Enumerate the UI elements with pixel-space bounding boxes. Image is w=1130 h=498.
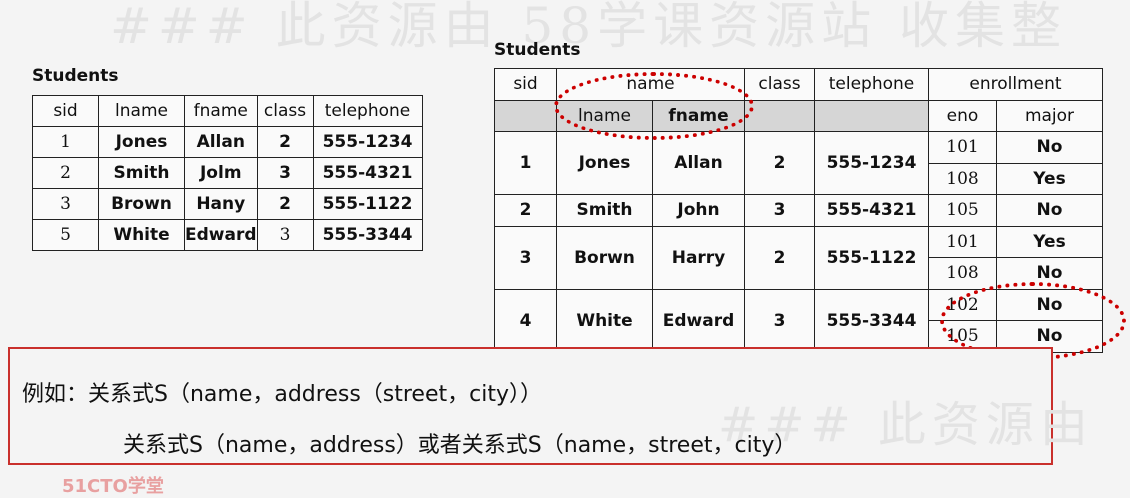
cell-sid: 2 (32, 157, 99, 189)
table-row: 3 Borwn Harry 2 555-1122 101 Yes (494, 225, 1103, 290)
cell-sid: 4 (494, 288, 557, 353)
cell-fname: Harry (652, 225, 745, 290)
left-students-table: sid lname fname class telephone 1 Jones Allan 2… (32, 95, 423, 251)
cell-class: 2 (256, 188, 314, 220)
example-line-2: 关系式S（name，address）或者关系式S（name，street，cit… (123, 433, 797, 458)
header-sid: sid (494, 68, 557, 101)
cell-major: Yes (996, 162, 1103, 195)
cell-fname: Edward (652, 288, 745, 353)
table-row: 1 Jones Allan 2 555-1234 101 No (494, 131, 1103, 195)
cell-eno: 105 (928, 194, 997, 227)
cell-major: No (996, 194, 1103, 227)
cell-sid: 3 (494, 225, 557, 290)
cell-sid: 1 (32, 126, 99, 158)
table-row: 2 Smith John 3 555-4321 105 No (494, 194, 1103, 227)
cell-fname: Edward (184, 219, 258, 251)
left-table-caption: Students (32, 66, 119, 86)
cell-lname: Jones (98, 126, 185, 158)
header-telephone: telephone (312, 95, 423, 127)
table-row: 2 Smith Jolm 3 555-4321 (32, 157, 423, 189)
header-fname: fname (184, 95, 258, 127)
cell-telephone: 555-3344 (312, 219, 423, 251)
name-highlight-ring (554, 72, 754, 140)
cell-lname: Borwn (556, 225, 653, 290)
cell-class: 3 (744, 288, 815, 353)
cell-class: 2 (744, 131, 815, 195)
cell-telephone: 555-4321 (312, 157, 423, 189)
cell-fname: Allan (184, 126, 258, 158)
cell-fname: John (652, 194, 745, 227)
cell-telephone: 555-4321 (814, 194, 929, 227)
cell-sid: 3 (32, 188, 99, 220)
cell-fname: Jolm (184, 157, 258, 189)
cell-lname: White (556, 288, 653, 353)
example-line-1: 例如：关系式S（name，address（street，city）） (22, 382, 542, 407)
cell-lname: Brown (98, 188, 185, 220)
cell-eno: 101 (928, 131, 997, 164)
subheader-empty (744, 99, 815, 132)
subheader-major: major (996, 99, 1103, 132)
cell-fname: Allan (652, 131, 745, 195)
cell-telephone: 555-1122 (814, 225, 929, 290)
cell-class: 3 (744, 194, 815, 227)
header-sid: sid (32, 95, 99, 127)
subheader-eno: eno (928, 99, 997, 132)
cell-lname: White (98, 219, 185, 251)
cell-lname: Jones (556, 131, 653, 195)
table-header-row: sid lname fname class telephone (32, 95, 423, 127)
watermark-top: ### 此资源由 58学课资源站 收集整 (110, 0, 1067, 55)
header-lname: lname (98, 95, 185, 127)
cell-eno: 101 (928, 225, 997, 258)
header-telephone: telephone (814, 68, 929, 101)
cell-telephone: 555-3344 (814, 288, 929, 353)
table-row: 3 Brown Hany 2 555-1122 (32, 188, 423, 220)
cell-sid: 1 (494, 131, 557, 195)
cell-major: No (996, 131, 1103, 164)
cell-class: 2 (256, 126, 314, 158)
subheader-empty (494, 99, 557, 132)
brand-logo: 51CTO学堂 (62, 476, 164, 497)
cell-telephone: 555-1234 (814, 131, 929, 195)
cell-telephone: 555-1122 (312, 188, 423, 220)
cell-fname: Hany (184, 188, 258, 220)
cell-lname: Smith (98, 157, 185, 189)
cell-class: 2 (744, 225, 815, 290)
table-row: 5 White Edward 3 555-3344 (32, 219, 423, 251)
cell-class: 3 (256, 157, 314, 189)
cell-lname: Smith (556, 194, 653, 227)
cell-eno: 108 (928, 162, 997, 195)
cell-major: Yes (996, 225, 1103, 258)
table-row: 1 Jones Allan 2 555-1234 (32, 126, 423, 158)
header-class: class (256, 95, 314, 127)
right-table-caption: Students (494, 40, 581, 60)
cell-sid: 5 (32, 219, 99, 251)
cell-eno: 108 (928, 257, 997, 290)
cell-sid: 2 (494, 194, 557, 227)
cell-telephone: 555-1234 (312, 126, 423, 158)
subheader-empty (814, 99, 929, 132)
header-enrollment: enrollment (928, 68, 1103, 101)
header-class: class (744, 68, 815, 101)
cell-class: 3 (256, 219, 314, 251)
